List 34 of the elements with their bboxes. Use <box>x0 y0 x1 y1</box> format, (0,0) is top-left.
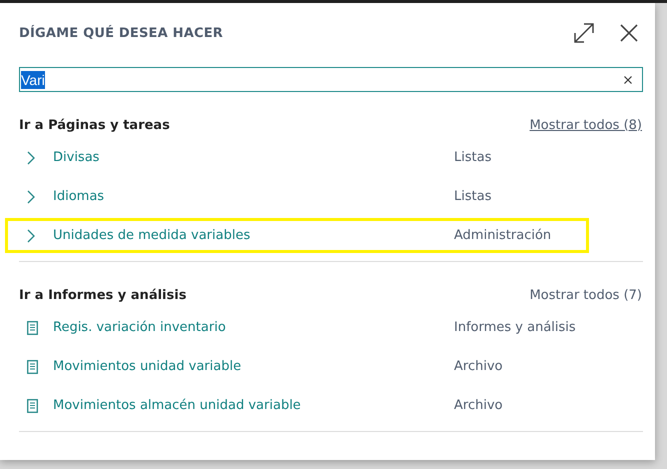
show-all-link[interactable]: Mostrar todos (7) <box>530 288 642 302</box>
result-title: Unidades de medida variables <box>53 228 252 243</box>
result-category: Informes y análisis <box>454 320 576 335</box>
result-row[interactable]: Movimientos unidad variable Archivo <box>5 349 589 384</box>
show-all-link[interactable]: Mostrar todos (8) <box>530 118 642 132</box>
expand-icon[interactable] <box>573 22 595 44</box>
clear-icon[interactable] <box>624 76 632 84</box>
search-field[interactable]: Vari <box>19 67 643 92</box>
result-row[interactable]: Idiomas Listas <box>5 179 589 214</box>
section-heading: Ir a Informes y análisis <box>19 288 186 302</box>
result-category: Listas <box>454 150 492 165</box>
result-row[interactable]: Movimientos almacén unidad variable Archivo <box>5 388 589 423</box>
result-title: Regis. variación inventario <box>53 320 227 335</box>
result-title: Movimientos almacén unidad variable <box>53 398 302 413</box>
result-title: Idiomas <box>53 189 106 204</box>
result-category: Listas <box>454 189 492 204</box>
result-title: Movimientos unidad variable <box>53 359 242 374</box>
chevron-right-icon <box>27 190 35 204</box>
chevron-right-icon <box>27 150 35 164</box>
result-row[interactable]: Regis. variación inventario Informes y análisis <box>5 310 589 345</box>
dialog-title: DÍGAME QUÉ DESEA HACER <box>19 26 223 40</box>
document-icon <box>27 398 38 412</box>
search-text: Vari <box>21 70 45 88</box>
result-category: Archivo <box>454 359 503 374</box>
result-category: Administración <box>454 228 552 243</box>
result-row[interactable]: Divisas Listas <box>5 140 589 175</box>
document-icon <box>27 360 38 374</box>
result-title: Divisas <box>53 150 100 165</box>
section-heading: Ir a Páginas y tareas <box>19 118 170 132</box>
highlighted-result-row[interactable]: Unidades de medida variables Administración <box>5 218 589 253</box>
close-icon[interactable] <box>619 23 639 43</box>
result-category: Archivo <box>454 398 503 413</box>
chevron-right-icon <box>27 228 35 242</box>
document-icon <box>27 320 38 334</box>
